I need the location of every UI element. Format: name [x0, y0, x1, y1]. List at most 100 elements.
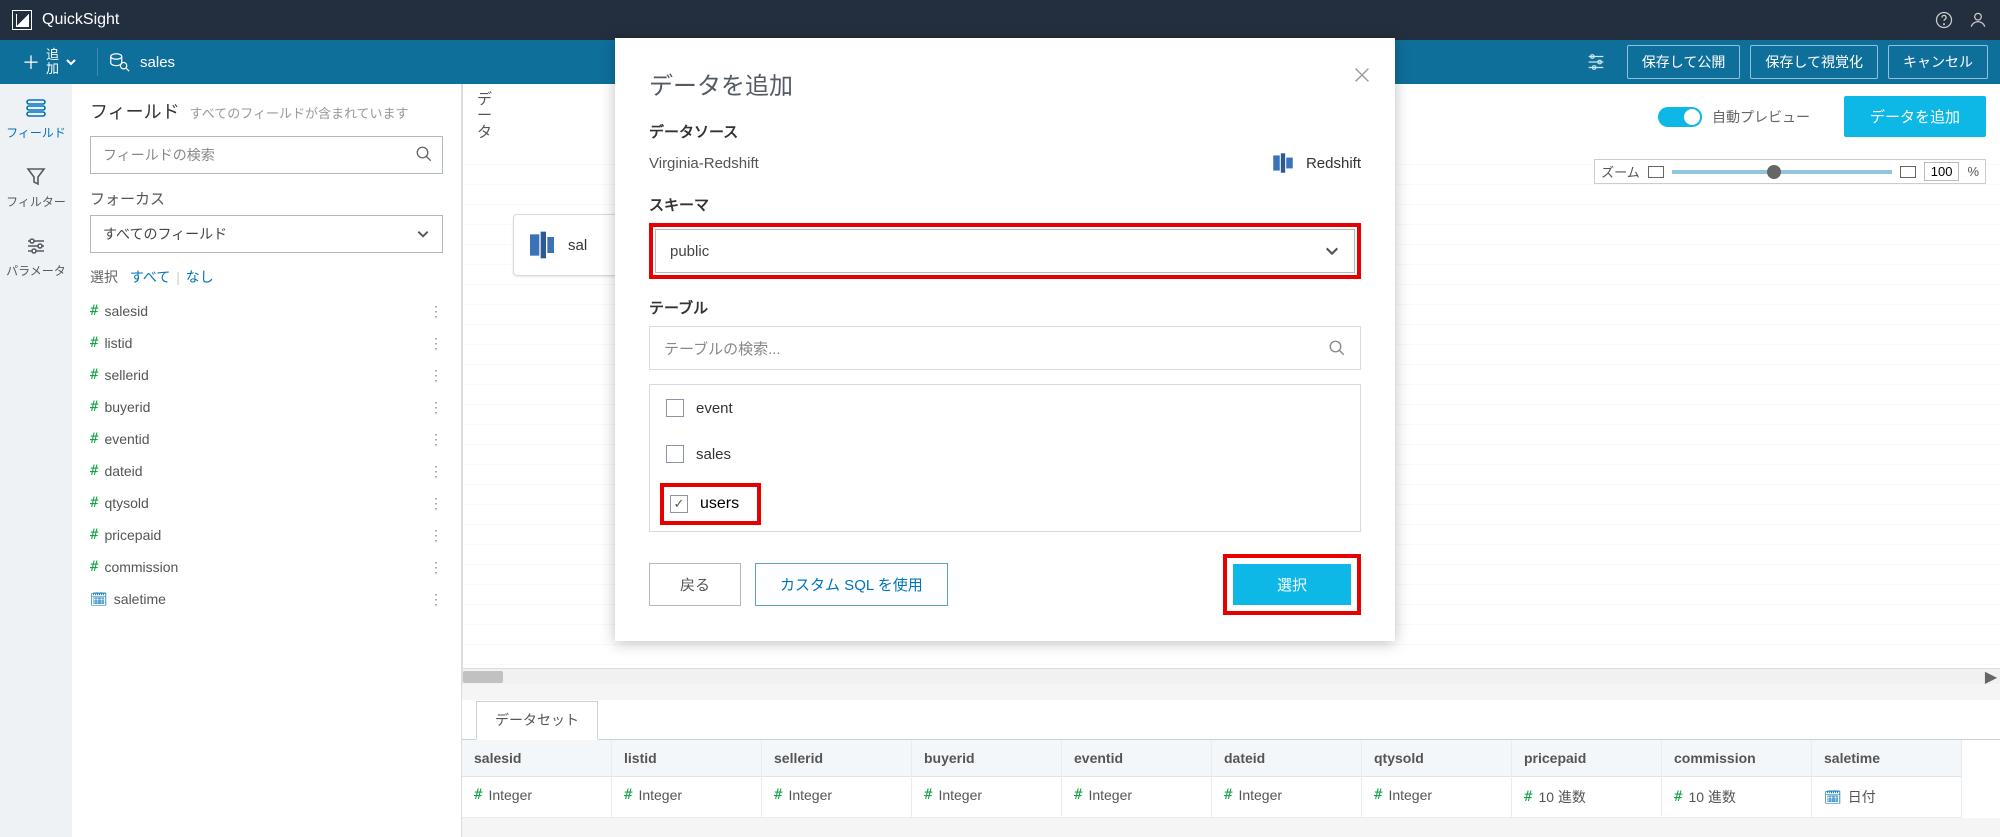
- zoom-pct: %: [1967, 164, 1979, 179]
- column-type: #Integer: [462, 777, 611, 813]
- select-all-link[interactable]: すべて: [130, 269, 170, 285]
- add-data-button[interactable]: データを追加: [1844, 96, 1986, 137]
- zoom-bar[interactable]: ズーム 100 %: [1594, 159, 1986, 184]
- field-row[interactable]: #qtysold⋮: [90, 487, 443, 519]
- fit-icon-2[interactable]: [1900, 166, 1916, 178]
- chevron-down-icon: [416, 227, 430, 241]
- filter-icon: [24, 165, 48, 189]
- field-row[interactable]: #eventid⋮: [90, 423, 443, 455]
- user-icon[interactable]: [1968, 10, 1988, 30]
- tab-dataset[interactable]: データセット: [476, 701, 598, 740]
- add-label: 追 加: [46, 48, 59, 77]
- field-row[interactable]: #dateid⋮: [90, 455, 443, 487]
- horizontal-scrollbar[interactable]: ▶: [463, 668, 2000, 684]
- field-name: buyerid: [104, 399, 150, 415]
- table-column[interactable]: buyerid#Integer: [912, 740, 1062, 818]
- zoom-slider[interactable]: [1672, 170, 1892, 174]
- dataset-node[interactable]: sal: [513, 214, 683, 276]
- column-type: 🗓日付: [1812, 777, 1961, 817]
- zoom-value[interactable]: 100: [1924, 162, 1960, 181]
- fit-icon[interactable]: [1648, 166, 1664, 178]
- table-column[interactable]: salesid#Integer: [462, 740, 612, 818]
- help-icon[interactable]: [1934, 10, 1954, 30]
- cancel-button[interactable]: キャンセル: [1888, 45, 1988, 79]
- fields-search-input[interactable]: [90, 136, 443, 174]
- field-name: salesid: [104, 303, 148, 319]
- column-header: eventid: [1062, 740, 1211, 777]
- table-column[interactable]: commission#10 進数: [1662, 740, 1812, 818]
- field-row[interactable]: #pricepaid⋮: [90, 519, 443, 551]
- rail-fields[interactable]: フィールド: [0, 84, 72, 153]
- more-icon[interactable]: ⋮: [429, 399, 443, 416]
- zoom-label: ズーム: [1601, 162, 1640, 181]
- column-type: #Integer: [1062, 777, 1211, 813]
- field-row[interactable]: 🗓saletime⋮: [90, 583, 443, 615]
- field-row[interactable]: # sellerid ⋮: [90, 359, 443, 391]
- plus-icon: ＋: [22, 49, 40, 75]
- type-icon: #: [1674, 789, 1682, 805]
- column-type: #Integer: [1212, 777, 1361, 813]
- type-icon: #: [1374, 787, 1382, 803]
- rail-parameters[interactable]: パラメータ: [0, 222, 72, 291]
- data-canvas: データ 自動プレビュー データを追加 ズーム 100 % sal ▶: [462, 84, 2000, 684]
- column-type: #Integer: [912, 777, 1061, 813]
- field-row[interactable]: #buyerid⋮: [90, 391, 443, 423]
- secondary-toolbar: ＋ 追 加 sales 保存して公開 保存して視覚化 キャンセル: [0, 40, 2000, 84]
- dataset-name[interactable]: sales: [140, 54, 175, 71]
- canvas-header: データ 自動プレビュー データを追加: [463, 84, 2000, 149]
- select-none-link[interactable]: なし: [186, 269, 214, 285]
- table-column[interactable]: qtysold#Integer: [1362, 740, 1512, 818]
- add-menu-button[interactable]: ＋ 追 加: [12, 40, 87, 84]
- more-icon[interactable]: ⋮: [429, 527, 443, 544]
- brand-name: QuickSight: [42, 11, 119, 29]
- rail-filters[interactable]: フィルター: [0, 153, 72, 222]
- fields-panel: フィールド すべてのフィールドが含まれています フォーカス すべてのフィールド …: [72, 84, 462, 837]
- more-icon[interactable]: ⋮: [429, 431, 443, 448]
- field-name: sellerid: [104, 367, 148, 383]
- bottom-panel: データセット salesid#Integerlistid#Integersell…: [462, 700, 2000, 818]
- more-icon[interactable]: ⋮: [429, 559, 443, 576]
- save-publish-button[interactable]: 保存して公開: [1627, 45, 1741, 79]
- more-icon[interactable]: ⋮: [429, 463, 443, 480]
- scroll-right-icon[interactable]: ▶: [1984, 669, 1998, 685]
- more-icon[interactable]: ⋮: [429, 367, 443, 384]
- table-column[interactable]: sellerid#Integer: [762, 740, 912, 818]
- field-row[interactable]: #commission⋮: [90, 551, 443, 583]
- rail-filters-label: フィルター: [6, 193, 66, 210]
- table-column[interactable]: saletime🗓日付: [1812, 740, 1962, 818]
- field-name: commission: [104, 559, 178, 575]
- field-name: listid: [104, 335, 132, 351]
- more-icon[interactable]: ⋮: [429, 303, 443, 320]
- type-icon: #: [474, 787, 482, 803]
- column-header: saletime: [1812, 740, 1961, 777]
- rail-fields-label: フィールド: [6, 124, 66, 141]
- focus-label: フォーカス: [90, 188, 443, 209]
- column-type: #Integer: [612, 777, 761, 813]
- auto-preview-toggle[interactable]: [1658, 107, 1702, 127]
- more-icon[interactable]: ⋮: [429, 335, 443, 352]
- field-row[interactable]: # listid ⋮: [90, 327, 443, 359]
- save-visualize-button[interactable]: 保存して視覚化: [1750, 45, 1878, 79]
- number-type-icon: #: [90, 367, 98, 383]
- number-type-icon: #: [90, 335, 98, 351]
- chevron-down-icon: [65, 56, 77, 68]
- field-row[interactable]: #salesid⋮: [90, 295, 443, 327]
- table-column[interactable]: pricepaid#10 進数: [1512, 740, 1662, 818]
- focus-select[interactable]: すべてのフィールド: [90, 215, 443, 253]
- settings-sliders-icon[interactable]: [1585, 51, 1607, 73]
- field-name: pricepaid: [104, 527, 161, 543]
- column-header: dateid: [1212, 740, 1361, 777]
- more-icon[interactable]: ⋮: [429, 591, 443, 608]
- column-type: #10 進数: [1662, 777, 1811, 817]
- type-icon: #: [1074, 787, 1082, 803]
- table-column[interactable]: eventid#Integer: [1062, 740, 1212, 818]
- dataset-icon: [108, 51, 130, 73]
- redshift-node-icon: [526, 229, 558, 261]
- more-icon[interactable]: ⋮: [429, 495, 443, 512]
- data-label: データ: [477, 92, 503, 142]
- table-column[interactable]: dateid#Integer: [1212, 740, 1362, 818]
- type-icon: #: [624, 787, 632, 803]
- table-column[interactable]: listid#Integer: [612, 740, 762, 818]
- auto-preview-label: 自動プレビュー: [1712, 107, 1810, 127]
- number-type-icon: #: [90, 495, 98, 511]
